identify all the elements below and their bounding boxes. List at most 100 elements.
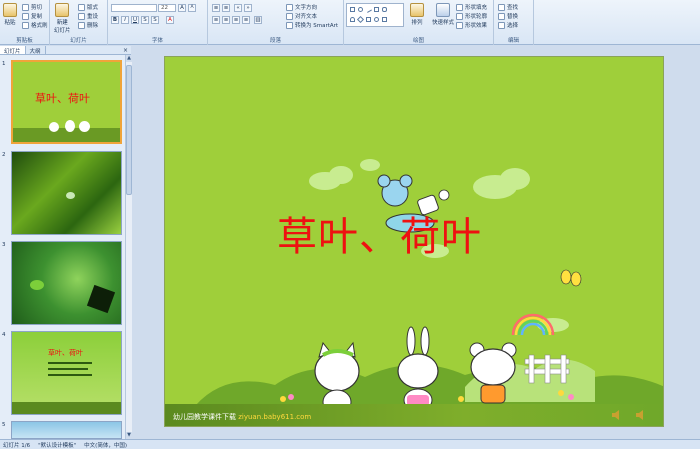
text-direction-icon	[286, 3, 293, 11]
shrink-font-button[interactable]: A	[188, 4, 196, 12]
copy-button[interactable]: 复制	[22, 12, 42, 20]
slides-group: 新建 幻灯片 版式 重设 删除 幻灯片	[50, 0, 108, 45]
new-slide-button[interactable]: 新建 幻灯片	[54, 3, 71, 34]
arrange-button[interactable]: 排列	[410, 3, 424, 26]
paste-icon	[3, 3, 17, 17]
justify-button[interactable]: ≡	[242, 16, 250, 24]
bear-figure	[79, 121, 90, 132]
copy-icon	[22, 12, 29, 20]
arc-icon	[350, 17, 355, 22]
thumb-grass	[12, 402, 121, 414]
textbox-icon	[374, 7, 379, 12]
cursor-icon	[498, 21, 505, 29]
paste-button[interactable]: 粘贴	[3, 3, 17, 26]
quick-styles-button[interactable]: 快速样式	[432, 3, 454, 26]
star-icon	[374, 17, 379, 22]
ribbon: 粘贴 剪切 复制 格式刷 剪贴板 新建 幻灯片 版式 重设 删除 幻灯片 22 …	[0, 0, 700, 45]
delete-button[interactable]: 删除	[78, 21, 98, 29]
font-color-button[interactable]: A	[166, 16, 174, 24]
shape-fill-button[interactable]: 形状填充	[456, 3, 487, 11]
footer-text: 幼儿园教学课件下载	[173, 413, 236, 421]
numbering-button[interactable]: ≡	[222, 4, 230, 12]
oval-icon	[358, 7, 363, 12]
quick-styles-icon	[436, 3, 450, 17]
tab-outline[interactable]: 大纲	[26, 46, 46, 55]
speaker-icon[interactable]	[611, 410, 623, 420]
rainbow	[511, 313, 555, 336]
thumbnail-slide-3[interactable]	[11, 241, 122, 325]
italic-button[interactable]: I	[121, 16, 129, 24]
cut-button[interactable]: 剪切	[22, 3, 42, 11]
close-pane-button[interactable]: ×	[120, 46, 131, 54]
thumbnail-scrollbar[interactable]: ▲ ▼	[125, 55, 132, 439]
fence	[524, 354, 570, 384]
paint-bucket-icon	[456, 3, 463, 11]
find-button[interactable]: 查找	[498, 3, 518, 11]
layout-button[interactable]: 版式	[78, 3, 98, 11]
slides-group-label: 幻灯片	[70, 38, 87, 44]
replace-button[interactable]: 替换	[498, 12, 518, 20]
butterfly	[560, 269, 582, 287]
slide-thumbnails: 1 草叶、荷叶 2 3 4 草叶、荷叶 5	[0, 55, 125, 439]
scroll-thumb[interactable]	[126, 65, 132, 195]
smartart-button[interactable]: 转换为 SmartArt	[286, 21, 338, 29]
editing-group-label: 编辑	[507, 38, 519, 44]
align-left-button[interactable]: ≡	[212, 16, 220, 24]
format-painter-button[interactable]: 格式刷	[22, 21, 48, 29]
font-name-field[interactable]	[111, 4, 157, 12]
delete-icon	[78, 21, 85, 29]
select-button[interactable]: 选择	[498, 21, 518, 29]
speaker-icon[interactable]	[635, 410, 647, 420]
thumb-number: 4	[2, 332, 6, 338]
underline-button[interactable]: U	[131, 16, 139, 24]
clipboard-group-label: 剪贴板	[16, 38, 33, 44]
drawing-group-label: 绘图	[412, 38, 424, 44]
shapes-gallery[interactable]	[346, 3, 404, 27]
decrease-indent-button[interactable]: «	[234, 4, 242, 12]
binoculars-icon	[498, 3, 505, 11]
pane-tabs: 幻灯片 大纲 ×	[0, 46, 131, 55]
text-direction-button[interactable]: 文字方向	[286, 3, 317, 11]
thumbnail-slide-1[interactable]: 草叶、荷叶	[11, 60, 122, 144]
clipboard-group: 粘贴 剪切 复制 格式刷 剪贴板	[0, 0, 50, 45]
strikethrough-button[interactable]: S	[141, 16, 149, 24]
tab-slides[interactable]: 幻灯片	[0, 46, 26, 55]
bullets-button[interactable]: ≡	[212, 4, 220, 12]
thumbnail-slide-5[interactable]	[11, 421, 122, 439]
align-center-button[interactable]: ≡	[222, 16, 230, 24]
new-slide-icon	[55, 3, 70, 17]
replace-icon	[498, 12, 505, 20]
align-text-button[interactable]: 对齐文本	[286, 12, 317, 20]
text-line	[48, 368, 88, 370]
thumb-title: 草叶、荷叶	[48, 349, 83, 357]
grow-font-button[interactable]: A	[178, 4, 186, 12]
smartart-icon	[286, 21, 293, 29]
align-right-button[interactable]: ≡	[232, 16, 240, 24]
thumb-number: 1	[2, 61, 6, 67]
thumbnail-slide-2[interactable]	[11, 151, 122, 235]
frog-figure	[30, 280, 44, 290]
reset-button[interactable]: 重设	[78, 12, 98, 20]
font-size-field[interactable]: 22	[158, 4, 176, 12]
slide-title[interactable]: 草叶、荷叶	[277, 204, 482, 262]
rabbit-figure	[65, 120, 75, 132]
brush-icon	[22, 21, 29, 29]
columns-button[interactable]: ▥	[254, 16, 262, 24]
thumb-number: 5	[2, 422, 6, 428]
thumbnail-slide-4[interactable]: 草叶、荷叶	[11, 331, 122, 415]
shadow-button[interactable]: S	[151, 16, 159, 24]
editing-group: 查找 替换 选择 编辑	[494, 0, 534, 45]
increase-indent-button[interactable]: »	[244, 4, 252, 12]
scissors-icon	[22, 3, 29, 11]
scroll-down-icon[interactable]: ▼	[126, 432, 132, 439]
slide-canvas[interactable]: 草叶、荷叶 幼儿园教学课件下载 ziyuan.baby611.com	[164, 56, 664, 427]
rabbit-figure	[397, 326, 439, 412]
layout-icon	[78, 3, 85, 11]
shape-outline-button[interactable]: 形状轮廓	[456, 12, 487, 20]
scroll-up-icon[interactable]: ▲	[126, 55, 132, 62]
drawing-group: 排列 快速样式 形状填充 形状轮廓 形状效果 绘图	[344, 0, 494, 45]
text-line	[48, 374, 92, 376]
shape-effects-button[interactable]: 形状效果	[456, 21, 487, 29]
language-indicator[interactable]: 中文(简体，中国)	[84, 441, 127, 449]
bold-button[interactable]: B	[111, 16, 119, 24]
